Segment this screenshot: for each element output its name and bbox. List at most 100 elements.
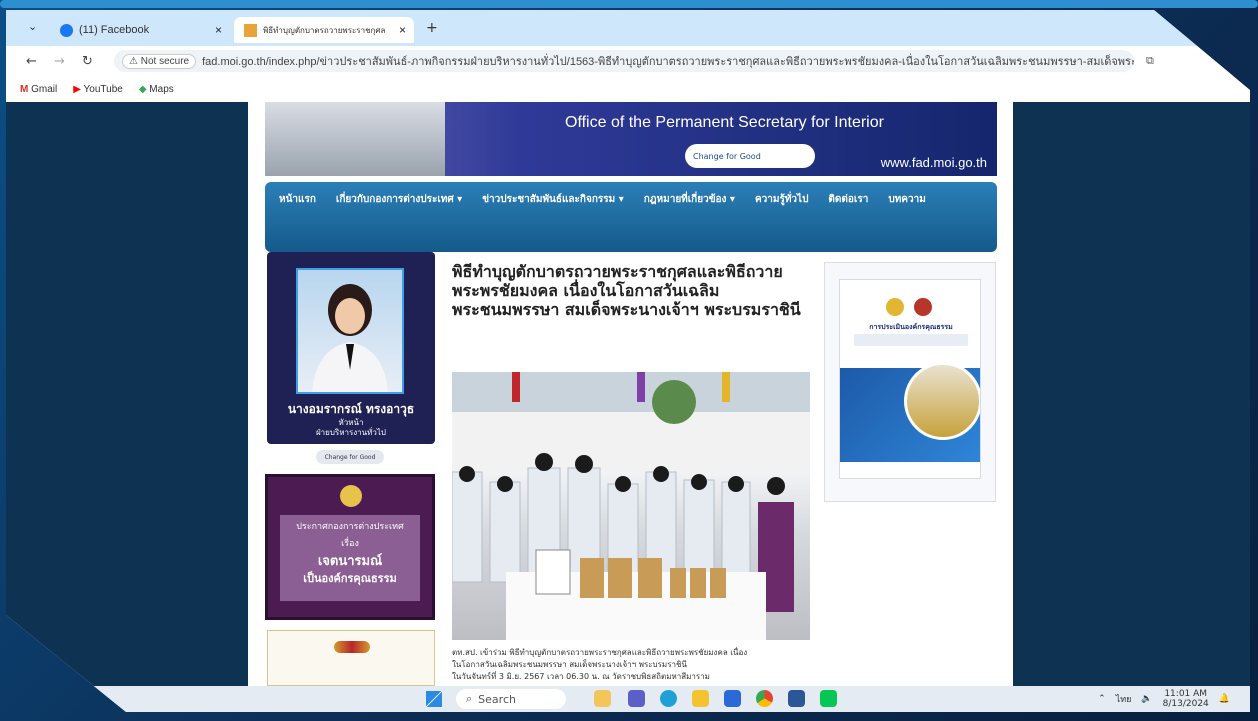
file-explorer-icon[interactable] [692,690,709,707]
bookmark-gmail[interactable]: M Gmail [20,84,57,95]
bookmark-label: YouTube [83,83,123,95]
building-photo [265,102,445,176]
profile-card[interactable]: นางอมรากรณ์ ทรงอาวุธ หัวหน้า ฝ่ายบริหารงา… [267,252,435,444]
announcement-line: เป็นองค์กรคุณธรรม [303,572,397,585]
new-tab-button[interactable]: + [426,20,438,36]
bell-icon[interactable]: 🔔 [1219,694,1230,704]
profile-role: หัวหน้า ฝ่ายบริหารงานทั่วไป [267,418,435,438]
teams-icon[interactable] [628,690,645,707]
site-icon [244,23,257,37]
clock[interactable]: 11:01 AM 8/13/2024 [1163,689,1209,709]
badge-label: Change for Good [693,151,761,161]
toolbar: ← → ↻ ⚠ Not secure fad.moi.go.th/index.p… [6,46,1250,76]
facebook-icon [60,23,73,37]
nav-item[interactable]: หน้าแรก [279,190,316,210]
nav-item[interactable]: กฎหมายที่เกี่ยวข้อง ▾ [644,190,735,210]
date-text: 8/13/2024 [1162,699,1209,709]
bookmark-label: Gmail [31,83,58,95]
caption-line: ตท.สป. เข้าร่วม พิธีทำบุญตักบาตรถวายพระร… [452,648,748,657]
decor-line [0,0,1258,8]
announcement-line: เรื่อง [341,539,359,549]
ceremony-photo [452,372,810,640]
emblem-icon [334,641,370,653]
emblem-icon [340,485,362,507]
role-text: หัวหน้า [338,418,364,427]
translate-icon[interactable]: ⧉ [1146,54,1154,68]
change-for-good-badge: Change for Good [316,450,384,464]
tab-facebook[interactable]: (11) Facebook × [50,17,230,43]
person-figure [312,284,388,392]
emblem-icon [914,298,932,316]
banner-title: Office of the Permanent Secretary for In… [565,114,884,131]
nav-item[interactable]: บทความ [888,190,925,210]
word-icon[interactable] [788,690,805,707]
forward-icon[interactable]: → [54,54,65,69]
search-label: Search [478,692,516,706]
profile-photo [296,268,404,394]
profile-name: นางอมรากรณ์ ทรงอาวุธ [287,402,415,416]
nav-item[interactable]: ข่าวประชาสัมพันธ์และกิจกรรม ▾ [482,190,624,210]
article-caption: ตท.สป. เข้าร่วม พิธีทำบุญตักบาตรถวายพระร… [452,647,810,683]
site-banner: Office of the Permanent Secretary for In… [265,102,997,176]
store-icon[interactable] [724,690,741,707]
warning-icon: ⚠ [129,55,141,67]
tab-article[interactable]: พิธีทำบุญตักบาตรถวายพระราชกุศล × [234,17,414,43]
chevron-down-icon[interactable]: ⌄ [28,20,37,33]
close-icon[interactable]: × [215,23,222,37]
app-icon-1[interactable] [594,690,611,707]
article-title: พิธีทำบุญตักบาตรถวายพระราชกุศลและพิธีถวา… [452,262,801,319]
sidebar-right: การประเมินองค์กรคุณธรรม [824,262,996,502]
chevron-up-icon[interactable]: ⌃ [1098,694,1106,704]
url-text: fad.moi.go.th/index.php/ข่าวประชาสัมพันธ… [202,56,1134,68]
caption-line: ในโอกาสวันเฉลิมพระชนมพรรษา สมเด็จพระนางเ… [452,660,687,669]
announcement-line: เจตนารมณ์ [317,554,383,569]
system-tray: ⌃ ไทย 🔈 11:01 AM 8/13/2024 🔔 [1098,688,1230,710]
chrome-icon[interactable] [756,690,773,707]
nav-item[interactable]: เกี่ยวกับกองการต่างประเทศ ▾ [336,190,462,210]
maps-icon: ◆ [138,83,150,95]
gmail-icon: M [20,83,32,95]
not-secure-badge[interactable]: ⚠ Not secure [122,53,197,69]
dept-text: ฝ่ายบริหารงานทั่วไป [315,428,387,437]
tab-bar: ⌄ (11) Facebook × พิธีทำบุญตักบาตรถวายพร… [6,10,1250,46]
main-nav: หน้าแรก เกี่ยวกับกองการต่างประเทศ ▾ ข่าว… [265,182,997,252]
edge-icon[interactable] [660,690,677,707]
integrity-assessment-poster[interactable]: การประเมินองค์กรคุณธรรม [839,279,981,479]
back-icon[interactable]: ← [26,54,37,69]
taskbar: ⌕ Search ⌃ ไทย 🔈 11:01 AM 8/13/2024 🔔 [6,686,1250,712]
banner-url: www.fad.moi.go.th [880,155,987,170]
announcement-text: ประกาศกองการต่างประเทศ เรื่อง เจตนารมณ์ … [280,515,420,601]
bookmark-youtube[interactable]: ▶ YouTube [73,84,123,95]
taskbar-search[interactable]: ⌕ Search [456,689,566,709]
close-icon[interactable]: × [399,23,406,37]
announcement-line: ประกาศกองการต่างประเทศ [296,522,404,532]
emblem-icon [886,298,904,316]
change-for-good-logo: Change for Good [685,144,815,168]
caption-line: ในวันจันทร์ที่ 3 มิ.ย. 2567 เวลา 06.30 น… [452,672,710,681]
poster-subtext-bar [854,334,968,346]
line-icon[interactable] [820,690,837,707]
reload-icon[interactable]: ↻ [82,54,93,69]
security-label: Not secure [140,55,190,67]
bookmarks-bar: M Gmail ▶ YouTube ◆ Maps [6,76,1250,102]
integrity-announcement-banner[interactable]: ประกาศกองการต่างประเทศ เรื่อง เจตนารมณ์ … [265,474,435,620]
search-icon: ⌕ [466,692,473,705]
nav-item[interactable]: ติดต่อเรา [828,190,868,210]
poster-heading: การประเมินองค์กรคุณธรรม [869,323,953,331]
certificate-banner[interactable] [267,630,435,686]
tab-label: (11) Facebook [79,24,150,36]
address-bar[interactable]: ⚠ Not secure fad.moi.go.th/index.php/ข่า… [114,50,1134,72]
content-column: Office of the Permanent Secretary for In… [248,102,1013,686]
article-photo[interactable] [452,372,810,640]
nav-item[interactable]: ความรู้ทั่วไป [755,190,808,210]
bookmark-maps[interactable]: ◆ Maps [139,84,174,95]
windows-start-icon[interactable] [426,691,442,707]
time-text: 11:01 AM [1164,689,1208,699]
browser-window: ⌄ (11) Facebook × พิธีทำบุญตักบาตรถวายพร… [6,10,1250,712]
poster-photo [904,362,980,440]
tab-label: พิธีทำบุญตักบาตรถวายพระราชกุศล [263,25,386,35]
bookmark-label: Maps [149,83,174,95]
page-viewport: Office of the Permanent Secretary for In… [6,102,1250,686]
volume-icon[interactable]: 🔈 [1141,694,1152,704]
language-indicator[interactable]: ไทย [1116,692,1132,706]
